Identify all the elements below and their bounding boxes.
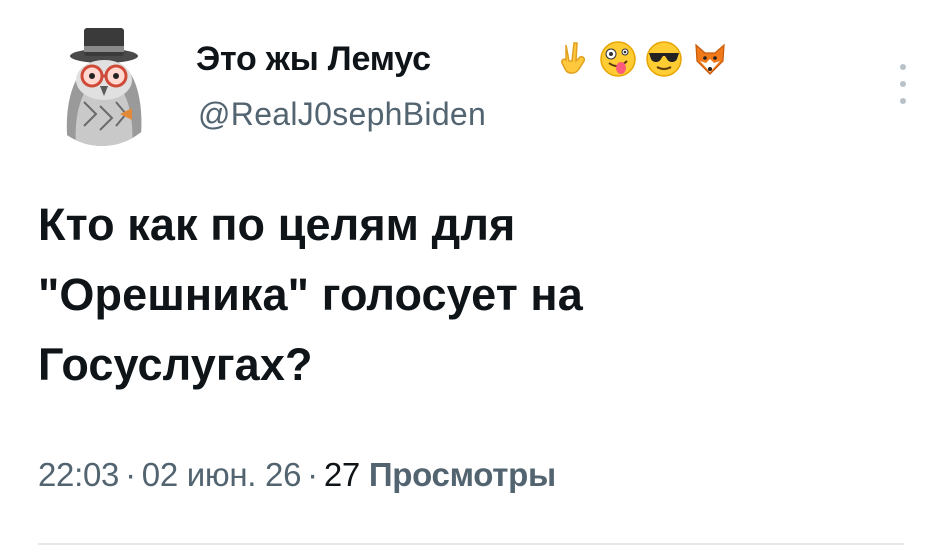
tweet-time[interactable]: 22:03 — [38, 456, 119, 493]
dot — [900, 98, 906, 104]
separator: · — [307, 456, 318, 493]
victory-hand-icon — [561, 42, 585, 74]
owl-avatar-icon — [40, 22, 164, 146]
views-count: 27 — [323, 456, 360, 493]
more-options-icon[interactable] — [893, 64, 913, 104]
sunglasses-face-icon — [646, 41, 682, 77]
avatar[interactable] — [40, 22, 164, 146]
views-label[interactable]: Просмотры — [369, 456, 556, 493]
tweet-text: Кто как по целям для "Орешника" голосует… — [38, 199, 583, 390]
divider — [38, 543, 904, 545]
zany-face-icon — [600, 41, 636, 77]
separator: · — [125, 456, 136, 493]
name-emojis — [552, 36, 730, 82]
user-handle[interactable]: @RealJ0sephBiden — [198, 96, 486, 133]
tweet-date[interactable]: 02 июн. 26 — [142, 456, 302, 493]
dot — [900, 64, 906, 70]
tweet-meta: 22:03 · 02 июн. 26 · 27 Просмотры — [38, 456, 556, 494]
display-name[interactable]: Это жы Лемус — [196, 40, 431, 79]
tweet: Это жы Лемус @RealJ0sephBiden Кто как по… — [0, 0, 944, 555]
dot — [900, 81, 906, 87]
fox-face-icon — [695, 43, 725, 75]
